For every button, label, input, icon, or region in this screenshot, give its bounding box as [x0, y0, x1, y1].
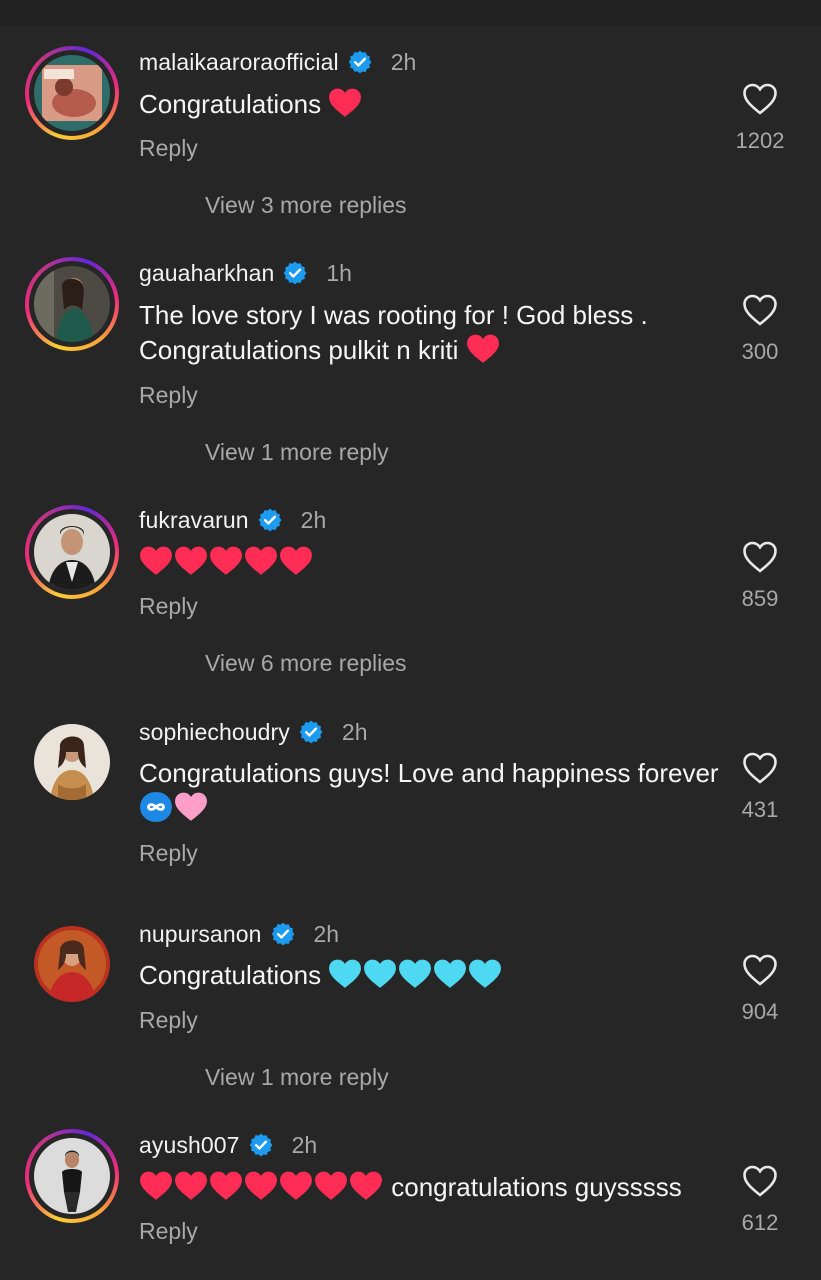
- comment-time: 2h: [291, 1131, 318, 1158]
- comment-text: Congratulations: [139, 87, 363, 122]
- comment-text-line: Congratulations pulkit n kriti: [139, 333, 648, 368]
- verified-badge-icon: [282, 260, 308, 286]
- red-heart-emoji: [279, 1170, 313, 1202]
- light-blue-heart-emoji: [433, 958, 467, 990]
- avatar[interactable]: [34, 55, 110, 131]
- verified-badge-icon: [298, 719, 324, 745]
- comment-text-body: Congratulations: [139, 89, 322, 119]
- like-button[interactable]: [735, 293, 785, 327]
- heart-outline-icon: [743, 541, 777, 573]
- comment-text-line: Congratulations guys! Love and happiness…: [139, 758, 719, 788]
- comment-text: The love story I was rooting for ! God b…: [139, 298, 648, 368]
- like-count: 300: [741, 339, 779, 364]
- pink-heart-emoji: [174, 791, 208, 823]
- verified-badge-icon: [257, 507, 283, 533]
- avatar[interactable]: [34, 926, 110, 1002]
- top-bar: [0, 0, 821, 26]
- comment-text-body: congratulations guysssss: [391, 1172, 682, 1202]
- light-blue-heart-emoji: [363, 958, 397, 990]
- comment-username[interactable]: ayush007: [139, 1132, 240, 1159]
- like-count: 612: [741, 1210, 779, 1235]
- reply-button[interactable]: Reply: [139, 382, 198, 409]
- comment-text-line: [139, 791, 719, 826]
- comment-time: 1h: [326, 259, 352, 286]
- comment-time: 2h: [300, 506, 327, 533]
- red-heart-emoji: [209, 545, 243, 577]
- like-button[interactable]: [735, 953, 785, 987]
- red-heart-emoji: [174, 1170, 208, 1202]
- heart-outline-icon: [743, 294, 777, 326]
- reply-button[interactable]: Reply: [139, 593, 198, 620]
- avatar[interactable]: [34, 724, 110, 800]
- verified-badge-icon: [347, 49, 373, 75]
- like-button[interactable]: [735, 82, 785, 116]
- like-count: 904: [741, 999, 779, 1024]
- red-heart-emoji: [174, 545, 208, 577]
- reply-button[interactable]: Reply: [139, 1007, 198, 1034]
- avatar[interactable]: [34, 1138, 110, 1214]
- verified-badge-icon: [270, 921, 296, 947]
- view-more-replies[interactable]: View 1 more reply: [205, 1064, 389, 1091]
- verified-badge-icon: [248, 1132, 274, 1158]
- comment-username[interactable]: sophiechoudry: [139, 719, 290, 746]
- heart-outline-icon: [743, 1165, 777, 1197]
- avatar[interactable]: [34, 514, 110, 590]
- comment-username[interactable]: nupursanon: [139, 921, 262, 948]
- like-button[interactable]: [735, 1164, 785, 1198]
- heart-outline-icon: [743, 752, 777, 784]
- red-heart-emoji: [279, 545, 313, 577]
- avatar[interactable]: [34, 266, 110, 342]
- comment-username[interactable]: malaikaaroraofficial: [139, 49, 339, 76]
- reply-button[interactable]: Reply: [139, 840, 198, 867]
- comment-text-line: The love story I was rooting for ! God b…: [139, 300, 648, 330]
- red-heart-emoji: [314, 1170, 348, 1202]
- red-heart-emoji: [139, 545, 173, 577]
- comment-time: 2h: [313, 920, 340, 947]
- comment-text-body: Congratulations: [139, 960, 322, 990]
- view-more-replies[interactable]: View 3 more replies: [205, 192, 407, 219]
- like-button[interactable]: [735, 540, 785, 574]
- like-count: 859: [741, 586, 779, 611]
- red-heart-emoji: [349, 1170, 383, 1202]
- light-blue-heart-emoji: [468, 958, 502, 990]
- light-blue-heart-emoji: [398, 958, 432, 990]
- comment-time: 2h: [341, 718, 368, 745]
- comment-text: congratulations guysssss: [139, 1170, 682, 1205]
- comment-text: Congratulations guys! Love and happiness…: [139, 756, 719, 826]
- comment-text: Congratulations: [139, 958, 503, 993]
- comment-time: 2h: [390, 48, 417, 75]
- red-heart-emoji: [209, 1170, 243, 1202]
- view-more-replies[interactable]: View 6 more replies: [205, 650, 407, 677]
- like-count: 1202: [735, 128, 785, 153]
- like-count: 431: [741, 797, 779, 822]
- like-button[interactable]: [735, 751, 785, 785]
- red-heart-emoji: [244, 1170, 278, 1202]
- red-heart-emoji: [466, 333, 500, 365]
- reply-button[interactable]: Reply: [139, 1218, 198, 1245]
- view-more-replies[interactable]: View 1 more reply: [205, 439, 389, 466]
- heart-outline-icon: [743, 954, 777, 986]
- reply-button[interactable]: Reply: [139, 135, 198, 162]
- red-heart-emoji: [139, 1170, 173, 1202]
- red-heart-emoji: [244, 545, 278, 577]
- light-blue-heart-emoji: [328, 958, 362, 990]
- heart-outline-icon: [743, 83, 777, 115]
- infinity-emoji: [139, 791, 173, 823]
- comment-text: [139, 545, 314, 580]
- red-heart-emoji: [328, 87, 362, 119]
- comment-username[interactable]: gauaharkhan: [139, 260, 274, 287]
- comment-text-body: Congratulations pulkit n kriti: [139, 335, 459, 365]
- comment-username[interactable]: fukravarun: [139, 507, 249, 534]
